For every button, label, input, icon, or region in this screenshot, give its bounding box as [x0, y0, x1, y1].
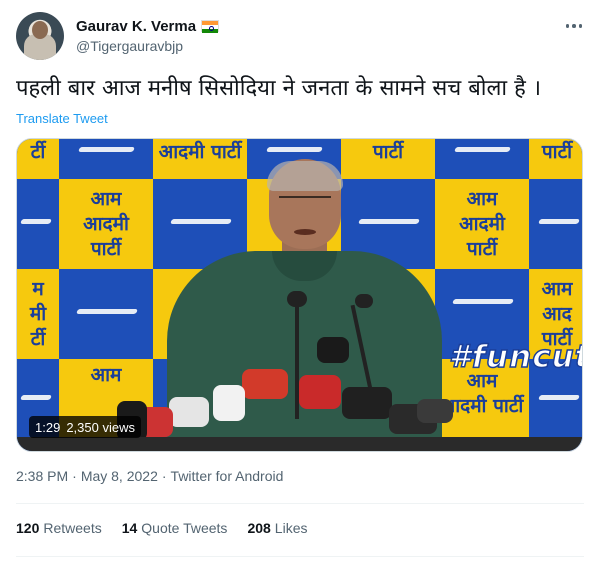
- backdrop-panel: आम आदमी पार्टी: [435, 179, 529, 269]
- quote-tweets-label: Quote Tweets: [141, 520, 228, 536]
- video-watermark: #funcut: [448, 338, 583, 376]
- tweet-text: पहली बार आज मनीष सिसोदिया ने जनता के साम…: [16, 76, 542, 101]
- divider: [16, 503, 584, 504]
- microphone: [242, 369, 288, 399]
- tweet-time[interactable]: 2:38 PM: [16, 468, 68, 484]
- backdrop-panel: पार्टी: [341, 139, 435, 179]
- divider: [16, 556, 584, 557]
- tweet: Gaurav K. Verma @Tigergauravbjp पहली बार…: [0, 0, 600, 561]
- backdrop-panel: [435, 139, 529, 179]
- backdrop-panel: म मी र्टी: [17, 269, 59, 359]
- microphone: [299, 375, 341, 409]
- author-display-name[interactable]: Gaurav K. Verma: [76, 18, 196, 35]
- likes-label: Likes: [274, 520, 308, 536]
- backdrop-panel: आम आदमी पार्टी: [59, 179, 153, 269]
- tweet-stats: 120 Retweets 14 Quote Tweets 208 Likes: [16, 520, 307, 540]
- retweets-stat[interactable]: 120 Retweets: [16, 520, 102, 540]
- backdrop-panel: [59, 269, 153, 359]
- india-flag-icon: [201, 20, 220, 33]
- backdrop-panel: [59, 139, 153, 179]
- tweet-metadata: 2:38 PM · May 8, 2022 · Twitter for Andr…: [16, 468, 283, 484]
- retweets-label: Retweets: [43, 520, 102, 536]
- microphone: [287, 291, 307, 307]
- video-frame: र्टी आदमी पार्टी पार्टी पार्टी आम आदमी पार…: [17, 139, 582, 451]
- quote-tweets-count: 14: [121, 520, 138, 536]
- tweet-source[interactable]: Twitter for Android: [171, 468, 284, 484]
- author-handle[interactable]: @Tigergauravbjp: [76, 38, 183, 54]
- retweets-count: 120: [16, 520, 40, 536]
- microphone: [417, 399, 453, 423]
- microphone: [169, 397, 209, 427]
- backdrop-panel: [17, 179, 59, 269]
- microphone: [342, 387, 392, 419]
- more-options-icon[interactable]: [560, 16, 588, 36]
- quote-tweets-stat[interactable]: 14 Quote Tweets: [122, 520, 228, 540]
- backdrop-panel: आदमी पार्टी: [153, 139, 247, 179]
- microphone: [355, 294, 373, 308]
- backdrop-panel: पार्टी: [529, 139, 582, 179]
- likes-count: 208: [247, 520, 271, 536]
- tweet-date[interactable]: May 8, 2022: [81, 468, 158, 484]
- meta-separator: ·: [161, 468, 167, 484]
- avatar[interactable]: [16, 12, 64, 60]
- microphone: [213, 385, 245, 421]
- likes-stat[interactable]: 208 Likes: [247, 520, 307, 540]
- microphone: [317, 337, 349, 363]
- video-player[interactable]: र्टी आदमी पार्टी पार्टी पार्टी आम आदमी पार…: [16, 138, 583, 452]
- video-info-badge: 1:29 2,350 views: [29, 416, 141, 438]
- backdrop-panel: र्टी: [17, 139, 59, 179]
- translate-tweet-link[interactable]: Translate Tweet: [16, 111, 108, 126]
- author-name-row[interactable]: Gaurav K. Verma: [76, 16, 220, 36]
- video-duration: 1:29: [35, 419, 61, 435]
- backdrop-panel: [529, 179, 582, 269]
- video-views: 2,350 views: [66, 419, 135, 435]
- meta-separator: ·: [72, 468, 77, 484]
